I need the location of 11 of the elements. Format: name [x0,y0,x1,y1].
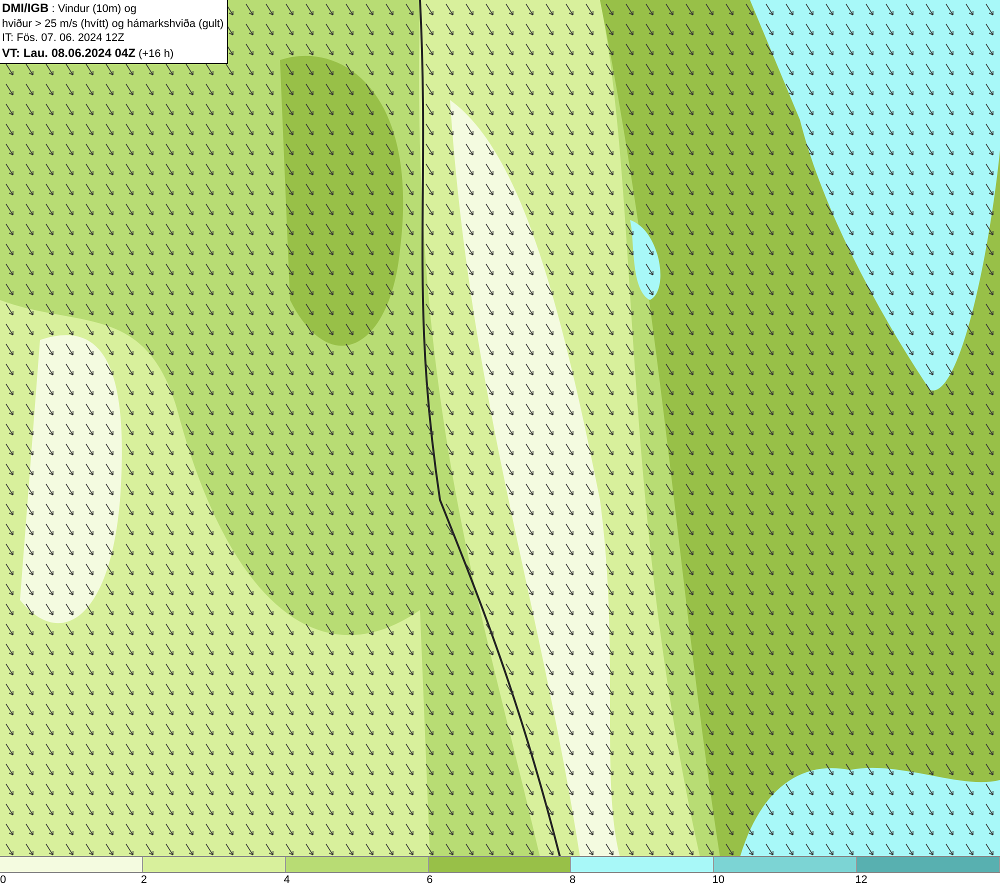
legend-tick-label: 0 [0,873,6,887]
legend-tick-label: 8 [569,873,576,887]
title-line: hviður > 25 m/s (hvítt) og hámarkshviða (gult) [2,16,225,31]
title-line: VT: Lau. 08.06.2024 04Z (+16 h) [2,46,175,61]
legend-tick-label: 12 [855,873,868,887]
title-line: DMI/IGB : Vindur (10m) og [2,1,138,16]
legend-tick-label: 10 [712,873,725,887]
legend-tick-label: 4 [284,873,290,887]
legend-tick-label: 6 [426,873,433,887]
legend-tick-label: 2 [140,873,147,887]
title-line: IT: Fös. 07. 06. 2024 12Z [2,31,126,46]
